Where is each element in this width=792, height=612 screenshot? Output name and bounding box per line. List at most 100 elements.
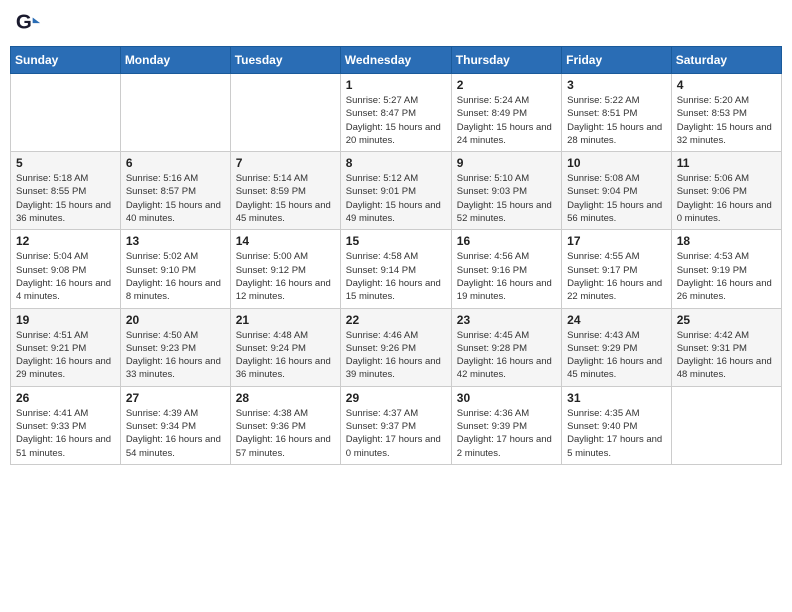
day-info: Sunrise: 4:51 AM Sunset: 9:21 PM Dayligh…	[16, 329, 115, 382]
day-number: 25	[677, 313, 776, 327]
day-number: 3	[567, 78, 666, 92]
day-number: 27	[126, 391, 225, 405]
day-number: 6	[126, 156, 225, 170]
calendar-cell: 2 Sunrise: 5:24 AM Sunset: 8:49 PM Daylig…	[451, 74, 561, 152]
day-info: Sunrise: 4:36 AM Sunset: 9:39 PM Dayligh…	[457, 407, 556, 460]
calendar-cell: 4Sunrise: 5:20 AM Sunset: 8:53 PM Daylig…	[671, 74, 781, 152]
logo: G	[14, 10, 46, 38]
day-info: Sunrise: 5:12 AM Sunset: 9:01 PM Dayligh…	[346, 172, 446, 225]
day-info: Sunrise: 4:38 AM Sunset: 9:36 PM Dayligh…	[236, 407, 335, 460]
day-info: Sunrise: 5:10 AM Sunset: 9:03 PM Dayligh…	[457, 172, 556, 225]
calendar-week-2: 5 Sunrise: 5:18 AM Sunset: 8:55 PM Daylig…	[11, 152, 782, 230]
calendar-cell: 22 Sunrise: 4:46 AM Sunset: 9:26 PM Dayli…	[340, 308, 451, 386]
day-info: Sunrise: 4:42 AM Sunset: 9:31 PM Dayligh…	[677, 329, 776, 382]
day-number: 11	[677, 156, 776, 170]
day-info: Sunrise: 4:45 AM Sunset: 9:28 PM Dayligh…	[457, 329, 556, 382]
calendar-week-4: 19Sunrise: 4:51 AM Sunset: 9:21 PM Dayli…	[11, 308, 782, 386]
calendar-week-1: 1 Sunrise: 5:27 AM Sunset: 8:47 PM Daylig…	[11, 74, 782, 152]
calendar-cell: 31Sunrise: 4:35 AM Sunset: 9:40 PM Dayli…	[562, 386, 672, 464]
day-info: Sunrise: 5:24 AM Sunset: 8:49 PM Dayligh…	[457, 94, 556, 147]
day-info: Sunrise: 4:41 AM Sunset: 9:33 PM Dayligh…	[16, 407, 115, 460]
day-number: 17	[567, 234, 666, 248]
day-number: 2	[457, 78, 556, 92]
calendar-cell: 15 Sunrise: 4:58 AM Sunset: 9:14 PM Dayli…	[340, 230, 451, 308]
day-number: 26	[16, 391, 115, 405]
day-number: 16	[457, 234, 556, 248]
day-number: 21	[236, 313, 335, 327]
day-number: 23	[457, 313, 556, 327]
day-number: 29	[346, 391, 446, 405]
day-info: Sunrise: 4:53 AM Sunset: 9:19 PM Dayligh…	[677, 250, 776, 303]
page-header: G	[10, 10, 782, 38]
day-number: 1	[346, 78, 446, 92]
day-number: 9	[457, 156, 556, 170]
calendar-cell: 1 Sunrise: 5:27 AM Sunset: 8:47 PM Daylig…	[340, 74, 451, 152]
calendar-cell: 30 Sunrise: 4:36 AM Sunset: 9:39 PM Dayli…	[451, 386, 561, 464]
day-info: Sunrise: 5:06 AM Sunset: 9:06 PM Dayligh…	[677, 172, 776, 225]
calendar-cell: 14Sunrise: 5:00 AM Sunset: 9:12 PM Dayli…	[230, 230, 340, 308]
day-number: 15	[346, 234, 446, 248]
calendar-cell: 17 Sunrise: 4:55 AM Sunset: 9:17 PM Dayli…	[562, 230, 672, 308]
day-info: Sunrise: 5:14 AM Sunset: 8:59 PM Dayligh…	[236, 172, 335, 225]
day-info: Sunrise: 5:18 AM Sunset: 8:55 PM Dayligh…	[16, 172, 115, 225]
day-number: 20	[126, 313, 225, 327]
calendar-cell: 11 Sunrise: 5:06 AM Sunset: 9:06 PM Dayli…	[671, 152, 781, 230]
day-info: Sunrise: 5:00 AM Sunset: 9:12 PM Dayligh…	[236, 250, 335, 303]
day-info: Sunrise: 4:56 AM Sunset: 9:16 PM Dayligh…	[457, 250, 556, 303]
calendar-cell: 23 Sunrise: 4:45 AM Sunset: 9:28 PM Dayli…	[451, 308, 561, 386]
calendar-cell: 20 Sunrise: 4:50 AM Sunset: 9:23 PM Dayli…	[120, 308, 230, 386]
calendar-cell: 24Sunrise: 4:43 AM Sunset: 9:29 PM Dayli…	[562, 308, 672, 386]
calendar-cell: 12 Sunrise: 5:04 AM Sunset: 9:08 PM Dayli…	[11, 230, 121, 308]
header-tuesday: Tuesday	[230, 47, 340, 74]
day-info: Sunrise: 5:16 AM Sunset: 8:57 PM Dayligh…	[126, 172, 225, 225]
calendar-cell: 6 Sunrise: 5:16 AM Sunset: 8:57 PM Daylig…	[120, 152, 230, 230]
day-number: 7	[236, 156, 335, 170]
svg-text:G: G	[16, 11, 32, 34]
day-number: 4	[677, 78, 776, 92]
header-sunday: Sunday	[11, 47, 121, 74]
day-info: Sunrise: 5:04 AM Sunset: 9:08 PM Dayligh…	[16, 250, 115, 303]
day-number: 18	[677, 234, 776, 248]
day-info: Sunrise: 4:39 AM Sunset: 9:34 PM Dayligh…	[126, 407, 225, 460]
calendar-week-3: 12 Sunrise: 5:04 AM Sunset: 9:08 PM Dayli…	[11, 230, 782, 308]
day-info: Sunrise: 4:55 AM Sunset: 9:17 PM Dayligh…	[567, 250, 666, 303]
day-number: 22	[346, 313, 446, 327]
day-info: Sunrise: 5:27 AM Sunset: 8:47 PM Dayligh…	[346, 94, 446, 147]
calendar-cell: 5 Sunrise: 5:18 AM Sunset: 8:55 PM Daylig…	[11, 152, 121, 230]
calendar-cell: 10Sunrise: 5:08 AM Sunset: 9:04 PM Dayli…	[562, 152, 672, 230]
calendar: SundayMondayTuesdayWednesdayThursdayFrid…	[10, 46, 782, 465]
day-number: 12	[16, 234, 115, 248]
day-number: 5	[16, 156, 115, 170]
calendar-cell: 7 Sunrise: 5:14 AM Sunset: 8:59 PM Daylig…	[230, 152, 340, 230]
day-info: Sunrise: 4:46 AM Sunset: 9:26 PM Dayligh…	[346, 329, 446, 382]
day-info: Sunrise: 4:37 AM Sunset: 9:37 PM Dayligh…	[346, 407, 446, 460]
calendar-cell: 27 Sunrise: 4:39 AM Sunset: 9:34 PM Dayli…	[120, 386, 230, 464]
day-info: Sunrise: 4:58 AM Sunset: 9:14 PM Dayligh…	[346, 250, 446, 303]
calendar-cell: 3 Sunrise: 5:22 AM Sunset: 8:51 PM Daylig…	[562, 74, 672, 152]
calendar-cell: 19Sunrise: 4:51 AM Sunset: 9:21 PM Dayli…	[11, 308, 121, 386]
day-number: 31	[567, 391, 666, 405]
logo-icon: G	[14, 10, 42, 38]
calendar-cell: 25 Sunrise: 4:42 AM Sunset: 9:31 PM Dayli…	[671, 308, 781, 386]
day-number: 13	[126, 234, 225, 248]
calendar-cell: 16 Sunrise: 4:56 AM Sunset: 9:16 PM Dayli…	[451, 230, 561, 308]
calendar-cell	[120, 74, 230, 152]
day-info: Sunrise: 5:22 AM Sunset: 8:51 PM Dayligh…	[567, 94, 666, 147]
header-friday: Friday	[562, 47, 672, 74]
calendar-cell: 21 Sunrise: 4:48 AM Sunset: 9:24 PM Dayli…	[230, 308, 340, 386]
calendar-week-5: 26 Sunrise: 4:41 AM Sunset: 9:33 PM Dayli…	[11, 386, 782, 464]
day-info: Sunrise: 4:50 AM Sunset: 9:23 PM Dayligh…	[126, 329, 225, 382]
header-saturday: Saturday	[671, 47, 781, 74]
calendar-cell: 28 Sunrise: 4:38 AM Sunset: 9:36 PM Dayli…	[230, 386, 340, 464]
header-thursday: Thursday	[451, 47, 561, 74]
day-number: 30	[457, 391, 556, 405]
day-number: 8	[346, 156, 446, 170]
day-number: 28	[236, 391, 335, 405]
calendar-cell: 8 Sunrise: 5:12 AM Sunset: 9:01 PM Daylig…	[340, 152, 451, 230]
calendar-cell	[230, 74, 340, 152]
day-number: 10	[567, 156, 666, 170]
calendar-cell: 13Sunrise: 5:02 AM Sunset: 9:10 PM Dayli…	[120, 230, 230, 308]
calendar-cell: 9 Sunrise: 5:10 AM Sunset: 9:03 PM Daylig…	[451, 152, 561, 230]
day-info: Sunrise: 4:48 AM Sunset: 9:24 PM Dayligh…	[236, 329, 335, 382]
calendar-cell	[671, 386, 781, 464]
